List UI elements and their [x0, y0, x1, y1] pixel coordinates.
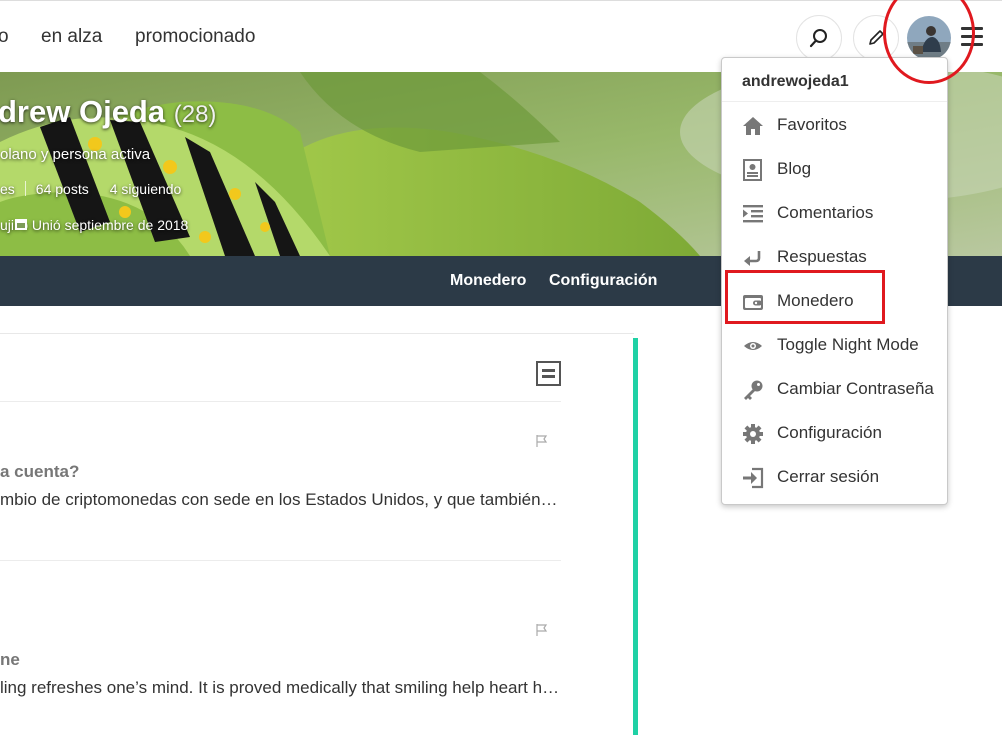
- stat-followers[interactable]: es: [0, 181, 15, 197]
- wallet-icon: [743, 295, 763, 310]
- hamburger-menu-button[interactable]: [961, 27, 983, 47]
- calendar-icon: [15, 219, 27, 230]
- menu-item-respuestas[interactable]: Respuestas: [722, 237, 947, 277]
- flag-icon[interactable]: [535, 434, 549, 448]
- menu-item-label: Cerrar sesión: [777, 467, 880, 486]
- reply-icon: [744, 251, 761, 266]
- nav-link-partial[interactable]: o: [0, 26, 9, 48]
- menu-item-label: Cambiar Contraseña: [777, 379, 934, 398]
- layout-toggle-button[interactable]: [536, 361, 561, 386]
- user-avatar[interactable]: [907, 16, 951, 60]
- profile-name: drew Ojeda (28): [0, 94, 216, 130]
- list-view-icon: [542, 369, 555, 372]
- menu-item-label: Monedero: [777, 291, 854, 310]
- profile-about: olano y persona activa: [0, 146, 151, 163]
- panel-header-divider: [0, 401, 561, 402]
- post-divider: [0, 560, 561, 561]
- menu-item-label: Favoritos: [777, 115, 847, 134]
- profile-location-row: ujillo Unió septiembre de 2018: [0, 217, 188, 233]
- post-title[interactable]: a cuenta?: [0, 462, 79, 482]
- menu-item-configuracion[interactable]: Configuración: [722, 413, 947, 453]
- accent-stripe: [633, 338, 638, 735]
- comments-icon: [743, 205, 763, 223]
- hamburger-icon: [961, 27, 983, 30]
- posts-panel: [0, 333, 634, 735]
- compose-button[interactable]: [853, 15, 899, 61]
- nav-link-promoted[interactable]: promocionado: [135, 26, 255, 48]
- menu-username: andrewojeda1: [742, 73, 849, 90]
- stat-following[interactable]: 4 siguiendo: [110, 181, 182, 197]
- menu-item-label: Blog: [777, 159, 812, 178]
- avatar-photo: [907, 16, 951, 60]
- post-title[interactable]: ne: [0, 650, 20, 670]
- menu-item-blog[interactable]: Blog: [722, 149, 947, 189]
- user-dropdown-menu: andrewojeda1 Favoritos Blog Comentarios: [721, 57, 948, 505]
- subnav-settings-link[interactable]: Configuración: [549, 272, 657, 290]
- eye-icon: [744, 342, 762, 350]
- profile-name-text: drew Ojeda: [0, 94, 166, 129]
- profile-joined: Unió septiembre de 2018: [31, 217, 189, 233]
- menu-item-change-password[interactable]: Cambiar Contraseña: [722, 369, 947, 409]
- menu-item-label: Configuración: [777, 423, 882, 442]
- profile-stats: es 64 posts 4 siguiendo: [0, 181, 181, 197]
- key-icon: [744, 380, 763, 400]
- stat-posts: 64 posts: [35, 181, 89, 197]
- reputation-score: (28): [173, 101, 217, 128]
- menu-item-label: Toggle Night Mode: [777, 335, 919, 354]
- subnav-wallet-link[interactable]: Monedero: [450, 272, 526, 290]
- menu-item-monedero[interactable]: Monedero: [722, 281, 947, 321]
- search-button[interactable]: [796, 15, 842, 61]
- flag-icon[interactable]: [535, 623, 549, 637]
- pencil-icon: [869, 30, 884, 45]
- menu-item-logout[interactable]: Cerrar sesión: [722, 457, 947, 497]
- menu-item-night-mode[interactable]: Toggle Night Mode: [722, 325, 947, 365]
- menu-item-favoritos[interactable]: Favoritos: [722, 105, 947, 145]
- blog-icon: [743, 159, 762, 181]
- search-icon: [809, 29, 827, 48]
- gear-icon: [743, 424, 763, 444]
- menu-item-label: Respuestas: [777, 247, 867, 266]
- nav-link-trending[interactable]: en alza: [41, 26, 102, 48]
- post-summary[interactable]: mbio de criptomonedas con sede en los Es…: [0, 490, 560, 510]
- post-summary[interactable]: ling refreshes one’s mind. It is proved …: [0, 678, 560, 698]
- menu-item-label: Comentarios: [777, 203, 874, 222]
- logout-icon: [743, 467, 764, 489]
- home-icon: [743, 117, 763, 135]
- menu-item-comentarios[interactable]: Comentarios: [722, 193, 947, 233]
- menu-divider: [722, 101, 947, 102]
